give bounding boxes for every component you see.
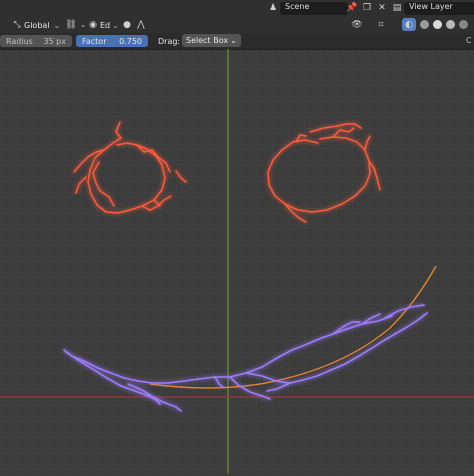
radius-value: 35 px <box>43 36 66 46</box>
viewport-canvas[interactable] <box>0 49 474 474</box>
visibility-icon[interactable]: 👁 <box>350 18 364 31</box>
new-scene-icon[interactable]: ❐ <box>360 1 374 14</box>
factor-value: 0.750 <box>119 36 142 46</box>
overlay-icon[interactable]: ⌗ <box>374 18 388 31</box>
view-layer-selector[interactable]: ▤ View Layer <box>390 1 474 15</box>
mode-dropdown[interactable]: Ed ⌄ <box>100 18 119 32</box>
3d-viewport[interactable] <box>0 49 474 474</box>
shading-rendered-icon[interactable] <box>459 20 468 29</box>
pin-icon[interactable]: 📌 <box>345 1 359 14</box>
view-layer-field[interactable]: View Layer <box>404 1 474 15</box>
orientation-label: Global <box>24 20 50 30</box>
xray-icon[interactable]: ◐ <box>402 18 416 31</box>
radius-label: Radius <box>6 36 33 46</box>
options-overflow-icon[interactable]: C <box>466 36 472 45</box>
falloff-curve-icon[interactable]: ⋀ <box>134 18 148 31</box>
chevron-down-icon: ⌄ <box>230 36 237 45</box>
factor-slider[interactable]: Factor 0.750 <box>76 35 148 47</box>
drag-value: Select Box <box>186 36 229 45</box>
view-layer-icon: ▤ <box>392 3 402 13</box>
tool-settings-bar: Radius 35 px Factor 0.750 Drag: Select B… <box>0 33 474 50</box>
factor-label: Factor <box>82 36 107 46</box>
grid-floor <box>0 49 474 474</box>
tool-header: ⤡ Global ⌄ ⛓ ⌄ ◉ Ed ⌄ ● ⋀ 👁 ⌗ ◐ <box>0 16 474 33</box>
scene-icon: ♟ <box>268 3 278 13</box>
snap-icon[interactable]: ◉ <box>86 18 100 31</box>
orientation-dropdown[interactable]: Global ⌄ <box>24 18 60 32</box>
transform-orientation-icon: ⤡ <box>13 19 21 30</box>
radius-slider[interactable]: Radius 35 px <box>0 35 72 47</box>
scene-selector[interactable]: ♟ Scene <box>266 1 348 15</box>
scene-field[interactable]: Scene <box>280 1 348 15</box>
shading-wire-icon[interactable] <box>420 20 429 29</box>
drag-label: Drag: <box>158 37 181 46</box>
shading-material-icon[interactable] <box>446 20 455 29</box>
drag-dropdown[interactable]: Select Box ⌄ <box>182 34 241 47</box>
chevron-down-icon: ⌄ <box>53 20 61 30</box>
shading-solid-icon[interactable] <box>433 20 442 29</box>
top-header: ♟ Scene 📌 ❐ ✕ ▤ View Layer <box>0 0 474 16</box>
proportional-edit-icon[interactable]: ● <box>120 18 134 31</box>
chevron-down-icon: ⌄ <box>112 20 119 30</box>
mode-label: Ed <box>100 20 111 30</box>
delete-scene-icon[interactable]: ✕ <box>375 1 389 14</box>
